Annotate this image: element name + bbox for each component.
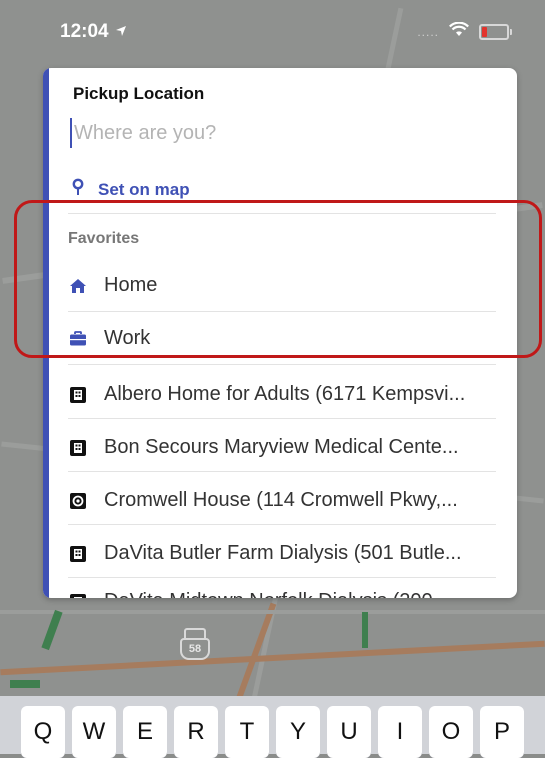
divider	[68, 311, 496, 312]
key-w[interactable]: W	[72, 706, 116, 758]
favorite-item-label: Work	[104, 327, 151, 349]
status-time-group: 12:04	[60, 21, 127, 43]
set-on-map-button[interactable]: Set on map	[72, 178, 190, 201]
divider	[68, 524, 496, 525]
set-on-map-label: Set on map	[98, 179, 190, 199]
key-q[interactable]: Q	[21, 706, 65, 758]
favorites-heading: Favorites	[68, 230, 140, 247]
place-item-label: DaVita Midtown Norfolk Dialysis (200...	[104, 590, 504, 598]
key-o[interactable]: O	[429, 706, 473, 758]
place-item[interactable]: Albero Home for Adults (6171 Kempsvi...	[68, 383, 508, 406]
divider	[68, 418, 496, 419]
place-item[interactable]: Cromwell House (114 Cromwell Pkwy,...	[68, 489, 508, 512]
place-item-label: Bon Secours Maryview Medical Cente...	[104, 436, 459, 458]
status-bar: 12:04 .....	[0, 0, 545, 64]
battery-level	[482, 27, 487, 37]
card-accent-bar	[43, 68, 49, 598]
map-pin-icon	[72, 178, 84, 201]
briefcase-icon	[68, 329, 88, 349]
key-y[interactable]: Y	[276, 706, 320, 758]
map-park	[10, 680, 40, 688]
key-r[interactable]: R	[174, 706, 218, 758]
wifi-icon	[449, 21, 469, 42]
home-icon	[68, 276, 88, 296]
map-highway	[0, 640, 545, 676]
target-icon	[68, 491, 88, 511]
map-park	[362, 612, 368, 648]
building-icon	[68, 544, 88, 564]
signal-dots: .....	[417, 25, 439, 39]
battery-nub	[510, 29, 512, 35]
favorite-item-home[interactable]: Home	[68, 274, 508, 297]
key-e[interactable]: E	[123, 706, 167, 758]
divider	[68, 471, 496, 472]
map-road	[0, 610, 545, 614]
key-u[interactable]: U	[327, 706, 371, 758]
building-icon	[68, 592, 88, 598]
pickup-title: Pickup Location	[73, 84, 205, 103]
pickup-card: Pickup Location Set on map Favorites Hom…	[43, 68, 517, 598]
building-icon	[68, 385, 88, 405]
key-t[interactable]: T	[225, 706, 269, 758]
route-shield: 58	[180, 638, 210, 660]
status-time: 12:04	[60, 21, 109, 42]
key-p[interactable]: P	[480, 706, 524, 758]
place-item-label: Albero Home for Adults (6171 Kempsvi...	[104, 383, 466, 405]
key-i[interactable]: I	[378, 706, 422, 758]
place-item-label: Cromwell House (114 Cromwell Pkwy,...	[104, 489, 458, 511]
place-item-label: DaVita Butler Farm Dialysis (501 Butle..…	[104, 542, 462, 564]
favorite-item-label: Home	[104, 274, 158, 296]
pickup-search-input[interactable]	[70, 118, 496, 148]
status-indicators: .....	[417, 21, 512, 42]
divider	[68, 213, 496, 214]
place-item[interactable]: DaVita Midtown Norfolk Dialysis (200...	[68, 590, 508, 598]
map-park	[41, 609, 63, 651]
building-icon	[68, 438, 88, 458]
favorite-item-work[interactable]: Work	[68, 327, 508, 350]
place-item[interactable]: Bon Secours Maryview Medical Cente...	[68, 436, 508, 459]
divider	[68, 364, 496, 365]
battery-icon	[479, 24, 512, 40]
divider	[68, 577, 496, 578]
keyboard: Q W E R T Y U I O P	[0, 696, 545, 758]
place-item[interactable]: DaVita Butler Farm Dialysis (501 Butle..…	[68, 542, 508, 565]
location-arrow-icon	[115, 21, 127, 43]
